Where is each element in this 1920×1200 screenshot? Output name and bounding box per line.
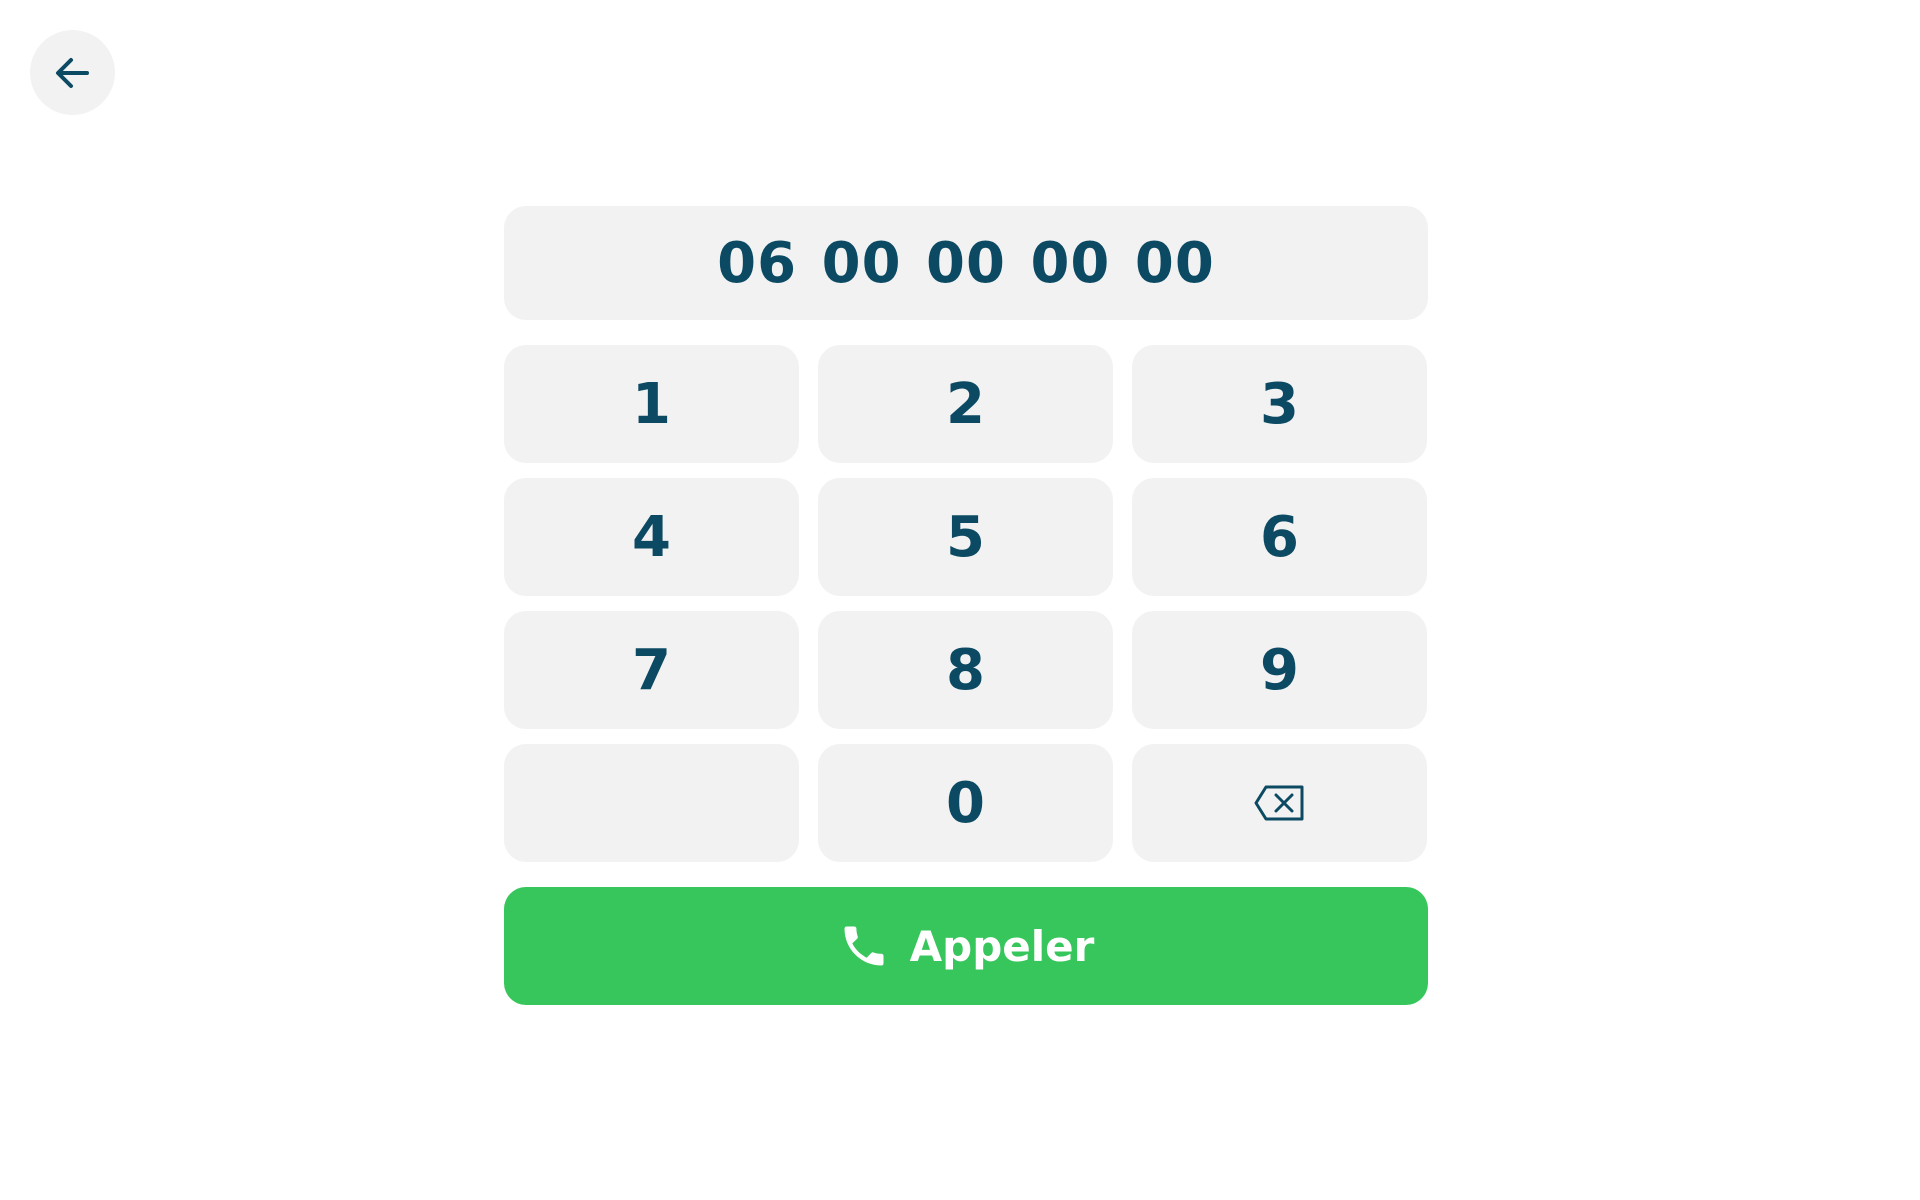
arrow-left-icon: [51, 51, 95, 95]
key-9[interactable]: 9: [1132, 611, 1427, 729]
key-8[interactable]: 8: [818, 611, 1113, 729]
phone-number-display: 06 00 00 00 00: [504, 206, 1428, 320]
phone-icon: [838, 920, 890, 972]
key-4[interactable]: 4: [504, 478, 799, 596]
key-2[interactable]: 2: [818, 345, 1113, 463]
key-7[interactable]: 7: [504, 611, 799, 729]
call-button[interactable]: Appeler: [504, 887, 1428, 1005]
key-3[interactable]: 3: [1132, 345, 1427, 463]
keypad: 1 2 3 4 5 6 7 8 9 0: [504, 345, 1428, 862]
key-5[interactable]: 5: [818, 478, 1113, 596]
back-button[interactable]: [30, 30, 115, 115]
key-empty: [504, 744, 799, 862]
call-button-label: Appeler: [909, 921, 1095, 971]
backspace-button[interactable]: [1132, 744, 1427, 862]
backspace-icon: [1254, 783, 1306, 823]
key-0[interactable]: 0: [818, 744, 1113, 862]
key-1[interactable]: 1: [504, 345, 799, 463]
key-6[interactable]: 6: [1132, 478, 1427, 596]
dialer: 06 00 00 00 00 1 2 3 4 5 6 7 8 9 0 Appel…: [504, 206, 1428, 1005]
